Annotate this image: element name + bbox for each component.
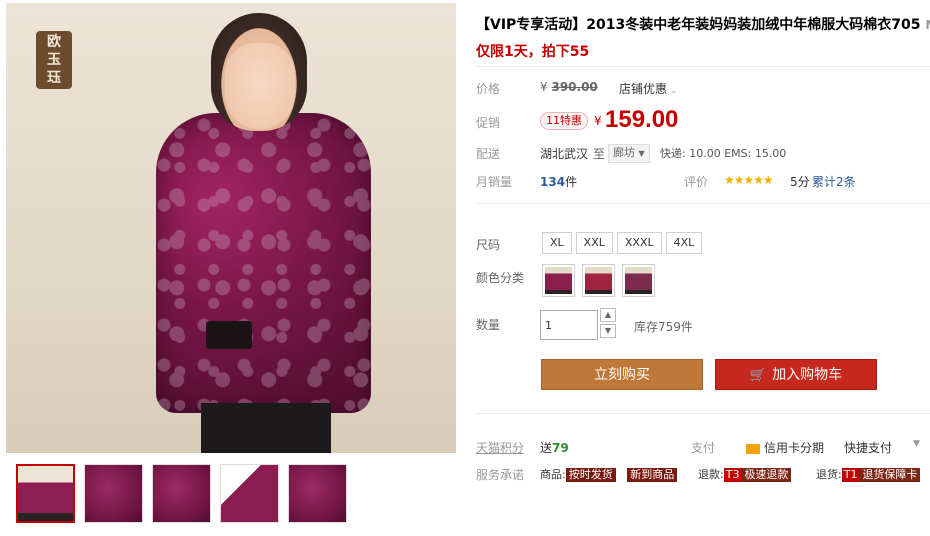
chevron-down-icon: ⌄ — [667, 86, 678, 96]
color-swatch-1[interactable] — [542, 264, 575, 297]
promo-line: 仅限1天，拍下55 — [476, 44, 590, 60]
rating-stars-icon: ★★★★★ — [724, 173, 774, 187]
size-option-xxl[interactable]: XXL — [575, 232, 613, 254]
buy-now-button[interactable]: 立刻购买 — [541, 359, 703, 390]
fast-refund-tag[interactable]: 极速退款 — [741, 468, 792, 482]
on-time-shipping-tag[interactable]: 按时发货 — [565, 468, 616, 482]
size-option-4xl[interactable]: 4XL — [665, 232, 703, 254]
credit-installment[interactable]: 信用卡分期 — [746, 439, 824, 456]
monthly-sales-value: 134件 — [540, 175, 578, 189]
thumbnail-4[interactable] — [220, 464, 279, 523]
color-swatch-3[interactable] — [622, 264, 655, 297]
size-option-xxxl[interactable]: XXXL — [616, 232, 662, 254]
jacket-pocket — [206, 321, 252, 349]
size-option-xl[interactable]: XL — [542, 232, 572, 254]
rating-score: 5分 — [790, 175, 810, 189]
quantity-decrease-button[interactable]: ▼ — [600, 324, 616, 338]
product-title: 【VIP专享活动】2013冬装中老年装妈妈装加绒中年棉服大码棉衣705 M — [476, 17, 930, 33]
shop-discount-dropdown[interactable]: 店铺优惠 ⌄ — [619, 80, 677, 97]
quantity-label: 数量 — [476, 318, 501, 332]
chevron-down-icon[interactable]: ▼ — [913, 439, 920, 449]
divider — [476, 203, 930, 204]
size-label: 尺码 — [476, 238, 501, 252]
tmall-points-label[interactable]: 天猫积分 — [476, 439, 524, 456]
model-face — [225, 43, 295, 129]
original-price: ¥ 390.00 — [540, 80, 598, 94]
quantity-input[interactable] — [540, 310, 598, 340]
size-options: XL XXL XXXL 4XL — [542, 232, 706, 254]
thumbnail-3[interactable] — [152, 464, 211, 523]
thumbnail-1[interactable] — [16, 464, 75, 523]
price-label: 价格 — [476, 82, 501, 96]
color-options — [542, 264, 662, 297]
review-count-link[interactable]: 累计2条 — [812, 173, 856, 190]
shipping-fees: 快递: 10.00 EMS: 15.00 — [660, 147, 787, 160]
thumbnail-strip — [16, 464, 347, 523]
promo-badge: 11特惠 — [540, 112, 588, 130]
promo-label: 促销 — [476, 116, 501, 130]
credit-card-icon — [746, 443, 760, 454]
promo-price: 159.00 — [605, 106, 679, 133]
thumbnail-5[interactable] — [288, 464, 347, 523]
service-return: 退货: T1 退货保障卡 — [816, 466, 921, 482]
destination-select[interactable]: 廊坊 ▼ — [608, 144, 650, 163]
ship-to-word: 至 — [593, 147, 606, 161]
divider — [476, 413, 930, 414]
jacket-shape — [156, 113, 371, 413]
chevron-down-icon: ▼ — [638, 149, 645, 158]
shipping-label: 配送 — [476, 147, 501, 161]
add-to-cart-button[interactable]: 🛒 加入购物车 — [715, 359, 877, 390]
product-info-panel: 【VIP专享活动】2013冬装中老年装妈妈装加绒中年棉服大码棉衣705 M 仅限… — [476, 14, 930, 61]
service-goods: 商品: 按时发货 新到商品 — [540, 466, 678, 482]
thumbnail-2[interactable] — [84, 464, 143, 523]
brand-seal-logo: 欧玉珏 — [36, 31, 72, 89]
color-swatch-2[interactable] — [582, 264, 615, 297]
main-product-image: 欧玉珏 — [6, 3, 456, 453]
points-value: 送79 — [540, 441, 569, 455]
monthly-sales-label: 月销量 — [476, 175, 513, 189]
stock-count: 库存759件 — [634, 320, 693, 334]
pants-shape — [201, 403, 331, 453]
new-arrival-tag[interactable]: 新到商品 — [627, 468, 678, 482]
cart-icon: 🛒 — [749, 368, 767, 383]
service-refund: 退款: T3 极速退款 — [698, 466, 792, 482]
ship-from: 湖北武汉 — [540, 147, 589, 161]
service-label: 服务承诺 — [476, 468, 525, 482]
payment-label: 支付 — [691, 441, 716, 455]
divider — [476, 66, 930, 67]
rating-label: 评价 — [684, 175, 709, 189]
quick-pay[interactable]: 快捷支付 — [844, 439, 892, 456]
return-guarantee-tag[interactable]: 退货保障卡 — [859, 468, 921, 482]
color-label: 颜色分类 — [476, 271, 525, 285]
quantity-increase-button[interactable]: ▲ — [600, 308, 616, 322]
promo-currency: ¥ — [594, 114, 602, 128]
